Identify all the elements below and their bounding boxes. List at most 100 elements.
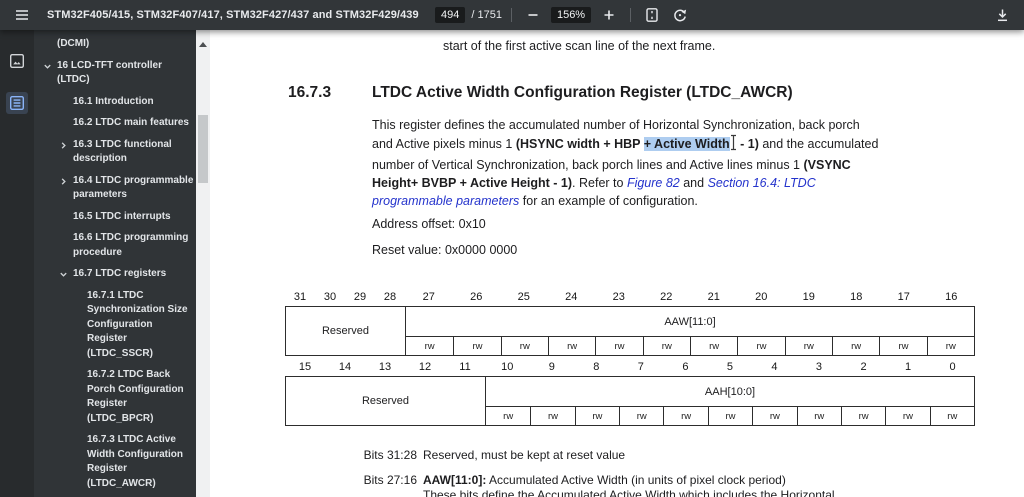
download-icon[interactable] xyxy=(990,3,1014,27)
outline-icon[interactable] xyxy=(6,92,28,114)
access-cell: rw xyxy=(926,337,974,355)
sidebar-item-16-7-2[interactable]: 16.7.2 LTDC Back Porch Configuration Reg… xyxy=(34,368,196,426)
bit-number-label: 25 xyxy=(517,291,530,303)
toolbar-divider xyxy=(510,8,512,22)
field-name: AAW[11:0] xyxy=(664,315,716,328)
access-cell: rw xyxy=(453,337,500,355)
toc-label: 16.7.3 LTDC Active Width Configuration R… xyxy=(87,434,183,489)
reset-value: Reset value: 0x0000 0000 xyxy=(372,243,518,257)
bit-number-label: 9 xyxy=(548,361,555,373)
paragraph-line: number of Vertical Synchronization, back… xyxy=(372,158,851,172)
access-cell: rw xyxy=(929,407,974,425)
bit-number-label: 24 xyxy=(565,291,578,303)
bit-number-label: 23 xyxy=(612,291,625,303)
access-cell: rw xyxy=(642,337,690,355)
paragraph-line: and Active pixels minus 1 (HSYNC width +… xyxy=(372,134,878,156)
section-16-4-link[interactable]: Section 16.4: LTDC xyxy=(708,176,816,190)
bit-number-label: 4 xyxy=(771,361,778,373)
chevron-right-icon[interactable] xyxy=(58,138,69,150)
access-cell: rw xyxy=(831,337,879,355)
toc-label: 16.1 Introduction xyxy=(73,95,154,107)
bit-number-label: 11 xyxy=(459,361,471,373)
bit-number-row: 31 30 29 28 27 26 25 24 23 22 21 20 19 18 17 16 xyxy=(285,288,975,306)
access-row: rw rw rw rw rw rw rw rw rw rw rw rw xyxy=(406,336,974,355)
bits-description: Reserved, must be kept at reset value xyxy=(423,448,626,462)
access-cell: rw xyxy=(707,407,752,425)
toc-label: 16.7 LTDC registers xyxy=(73,268,167,279)
menu-icon[interactable] xyxy=(10,3,34,27)
access-cell: rw xyxy=(574,407,619,425)
zoom-out-icon[interactable] xyxy=(521,3,545,27)
pdf-viewer-window: STM32F405/415, STM32F407/417, STM32F427/… xyxy=(0,0,1024,497)
sidebar-item-16-7[interactable]: 16.7 LTDC registers xyxy=(34,267,196,282)
bit-number-label: 27 xyxy=(422,291,435,303)
sidebar-item-dcmi[interactable]: (DCMI) xyxy=(34,37,196,52)
register-box: Reserved AAW[11:0] rw rw rw rw rw rw rw rw rw rw r… xyxy=(285,306,975,356)
sidebar-item-16-7-3[interactable]: 16.7.3 LTDC Active Width Configuration R… xyxy=(34,433,196,491)
toc-label: (DCMI) xyxy=(57,38,90,49)
bit-number-label: 29 xyxy=(353,291,367,303)
paragraph-line: Height+ BVBP + Active Height - 1). Refer… xyxy=(372,176,816,190)
figure-82-link[interactable]: Figure 82 xyxy=(627,176,680,190)
sidebar-item-16-4[interactable]: 16.4 LTDC programmable parameters xyxy=(34,174,196,203)
section-16-4-link[interactable]: programmable parameters xyxy=(372,194,519,208)
section-title: LTDC Active Width Configuration Register… xyxy=(372,84,793,101)
access-cell: rw xyxy=(424,340,435,352)
zoom-in-icon[interactable] xyxy=(597,3,621,27)
reserved-field: Reserved xyxy=(286,307,406,355)
chevron-down-icon[interactable] xyxy=(58,267,69,279)
sidebar-item-16-5[interactable]: 16.5 LTDC interrupts xyxy=(34,210,196,225)
access-cell: rw xyxy=(500,337,548,355)
bit-number-label: 26 xyxy=(470,291,483,303)
access-row: rw rw rw rw rw rw rw rw rw rw rw xyxy=(486,406,974,425)
section-number: 16.7.3 xyxy=(288,84,332,101)
outline-panel: (DCMI) 16 LCD-TFT controller (LTDC) 16.1… xyxy=(34,30,196,497)
page-total-label: / 1751 xyxy=(471,9,502,21)
toc-label: 16.5 LTDC interrupts xyxy=(73,210,171,222)
bit-number-label: 19 xyxy=(802,291,815,303)
thumbnails-icon[interactable] xyxy=(6,50,28,72)
zoom-level-input[interactable]: 156% xyxy=(550,7,592,23)
register-description-paragraph: This register defines the accumulated nu… xyxy=(372,116,878,210)
register-box: Reserved AAH[10:0] rw rw rw rw rw rw rw rw rw rw r… xyxy=(285,376,975,426)
sidebar-item-16-7-1[interactable]: 16.7.1 LTDC Synchronization Size Configu… xyxy=(34,289,196,362)
access-cell: rw xyxy=(503,410,514,422)
sidebar-item-16-2[interactable]: 16.2 LTDC main features xyxy=(34,116,196,131)
bit-number-label: 30 xyxy=(323,291,337,303)
bit-number-label: 8 xyxy=(593,361,600,373)
pdf-toolbar: STM32F405/415, STM32F407/417, STM32F427/… xyxy=(0,0,1024,30)
toc-label: 16.7.2 LTDC Back Porch Configuration Reg… xyxy=(87,369,184,424)
page-number-input[interactable]: 494 xyxy=(435,7,466,23)
reserved-field: Reserved xyxy=(286,377,486,425)
access-cell: rw xyxy=(796,407,841,425)
bit-number-label: 14 xyxy=(338,361,352,373)
fit-page-icon[interactable] xyxy=(640,3,664,27)
register-diagram-high: 31 30 29 28 27 26 25 24 23 22 21 20 19 18 17 16 Reserve… xyxy=(285,288,975,356)
bit-number-label: 31 xyxy=(293,291,307,303)
previous-section-text: start of the first active scan line of t… xyxy=(443,39,716,53)
toc-label: 16.6 LTDC programming procedure xyxy=(73,232,189,258)
sidebar-icon-strip xyxy=(0,30,34,497)
access-cell: rw xyxy=(595,337,642,355)
sidebar-item-16-3[interactable]: 16.3 LTDC functional description xyxy=(34,138,196,167)
sidebar-scrollbar[interactable] xyxy=(196,30,210,497)
bit-number-label: 7 xyxy=(637,361,644,373)
pdf-page: start of the first active scan line of t… xyxy=(210,30,1024,497)
sidebar-item-16-1[interactable]: 16.1 Introduction xyxy=(34,95,196,110)
chevron-right-icon[interactable] xyxy=(58,174,69,186)
sidebar-item-16-ltdc[interactable]: 16 LCD-TFT controller (LTDC) xyxy=(34,59,196,88)
access-cell: rw xyxy=(784,337,832,355)
access-cell: rw xyxy=(879,337,926,355)
sidebar-item-16-6[interactable]: 16.6 LTDC programming procedure xyxy=(34,231,196,260)
bit-number-label: 3 xyxy=(815,361,823,373)
sidebar-scrollbar-thumb[interactable] xyxy=(198,115,208,183)
rotate-icon[interactable] xyxy=(668,3,692,27)
bit-number-label: 6 xyxy=(682,361,689,373)
bit-number-label: 20 xyxy=(755,291,768,303)
access-cell: rw xyxy=(689,337,737,355)
chevron-down-icon[interactable] xyxy=(42,59,53,71)
access-cell: rw xyxy=(547,337,595,355)
access-cell: rw xyxy=(663,407,707,425)
document-title: STM32F405/415, STM32F407/417, STM32F427/… xyxy=(47,9,421,21)
scroll-up-arrow-icon[interactable] xyxy=(199,42,207,47)
